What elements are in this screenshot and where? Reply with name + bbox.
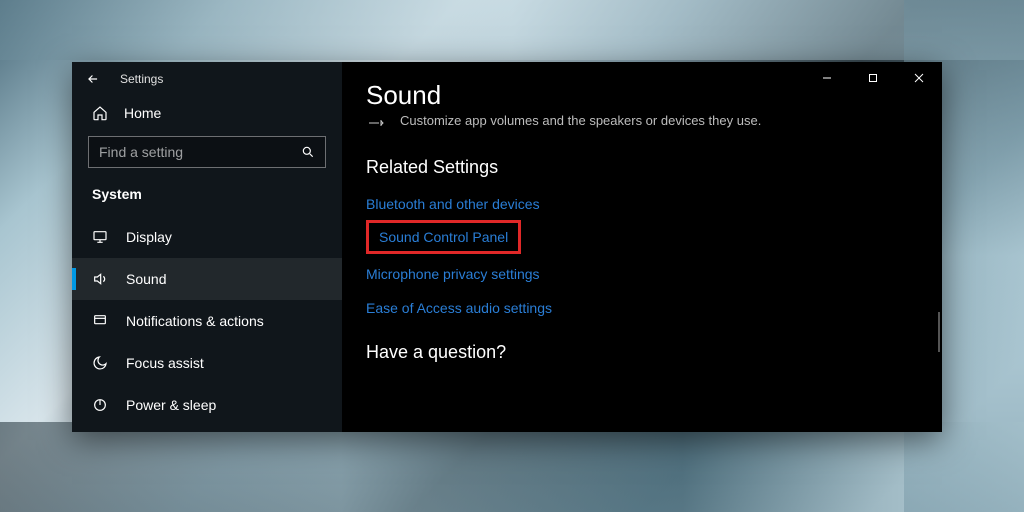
link-sound-control-panel[interactable]: Sound Control Panel (379, 227, 508, 247)
display-icon (92, 228, 110, 246)
content-area: Sound Customize app volumes and the spea… (342, 62, 942, 432)
sidebar-item-label: Sound (126, 271, 166, 287)
have-a-question-heading: Have a question? (366, 342, 918, 363)
sidebar-item-label: Notifications & actions (126, 313, 264, 329)
maximize-button[interactable] (850, 62, 896, 94)
back-icon[interactable] (84, 70, 102, 88)
highlight-annotation: Sound Control Panel (366, 220, 521, 254)
sidebar-item-sound[interactable]: Sound (72, 258, 342, 300)
sidebar-item-label: Focus assist (126, 355, 204, 371)
sidebar-home[interactable]: Home (72, 96, 342, 136)
window-controls (804, 62, 942, 94)
sidebar-item-notifications[interactable]: Notifications & actions (72, 300, 342, 342)
sidebar-item-power-sleep[interactable]: Power & sleep (72, 384, 342, 426)
sidebar-item-label: Display (126, 229, 172, 245)
volume-slider-icon (366, 117, 390, 129)
page-description: Customize app volumes and the speakers o… (400, 113, 761, 128)
search-input[interactable] (99, 144, 301, 160)
power-icon (92, 396, 110, 414)
focus-assist-icon (92, 354, 110, 372)
related-settings-heading: Related Settings (366, 157, 918, 178)
sound-icon (92, 270, 110, 288)
sidebar-item-display[interactable]: Display (72, 216, 342, 258)
close-button[interactable] (896, 62, 942, 94)
description-row: Customize app volumes and the speakers o… (366, 113, 918, 129)
titlebar: Settings (72, 62, 342, 96)
settings-window: Settings Home System Display Sound (72, 62, 942, 432)
sidebar-item-focus-assist[interactable]: Focus assist (72, 342, 342, 384)
sidebar-category: System (72, 186, 342, 216)
link-microphone-privacy[interactable]: Microphone privacy settings (366, 260, 918, 288)
scrollbar[interactable] (938, 312, 940, 352)
minimize-button[interactable] (804, 62, 850, 94)
window-title: Settings (120, 72, 163, 86)
sidebar-home-label: Home (124, 105, 161, 121)
sidebar: Settings Home System Display Sound (72, 62, 342, 432)
link-bluetooth-devices[interactable]: Bluetooth and other devices (366, 190, 918, 218)
link-ease-of-access-audio[interactable]: Ease of Access audio settings (366, 294, 918, 322)
notifications-icon (92, 312, 110, 330)
home-icon (92, 104, 110, 122)
sidebar-item-label: Power & sleep (126, 397, 216, 413)
search-icon (301, 145, 315, 159)
search-box[interactable] (88, 136, 326, 168)
